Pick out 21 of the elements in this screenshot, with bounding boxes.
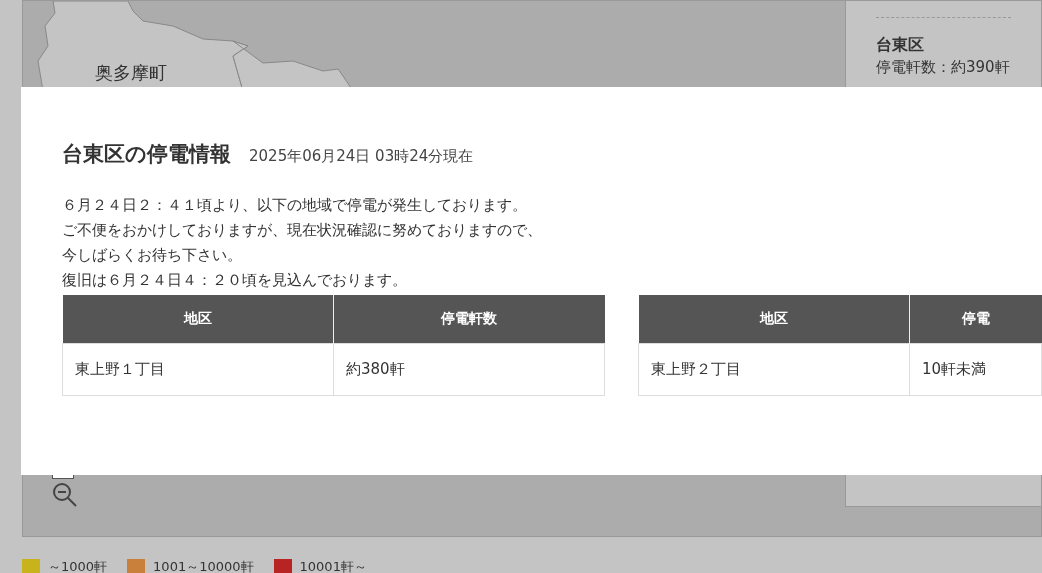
message-line: 復旧は６月２４日４：２０頃を見込んでおります。 <box>62 269 408 291</box>
column-header: 停電 <box>909 294 1042 344</box>
table-cell: 東上野２丁目 <box>638 343 910 396</box>
table-cell: 約380軒 <box>333 343 605 396</box>
table-cell: 10軒未満 <box>909 343 1042 396</box>
zoom-out-icon[interactable] <box>52 482 78 508</box>
legend-label: 1001～10000軒 <box>153 558 254 573</box>
map-label: 奥多摩町 <box>95 61 167 85</box>
dialog-title: 台東区の停電情報 <box>62 141 231 168</box>
area-name: 台東区 <box>876 34 925 56</box>
message-line: ６月２４日２：４１頃より、以下の地域で停電が発生しております。 <box>62 194 528 216</box>
timestamp: 2025年06月24日 03時24分現在 <box>249 146 474 167</box>
column-header: 停電軒数 <box>333 294 605 344</box>
legend-label: 10001軒～ <box>299 558 367 573</box>
column-header: 地区 <box>638 294 910 344</box>
message-line: ご不便をおかけしておりますが、現在状況確認に努めておりますので、 <box>62 219 543 241</box>
message-line: 今しばらくお待ち下さい。 <box>62 244 243 266</box>
column-header: 地区 <box>62 294 334 344</box>
table-cell: 東上野１丁目 <box>62 343 334 396</box>
legend-label: ～1000軒 <box>48 558 108 573</box>
outage-count: 停電軒数：約390軒 <box>876 57 1011 78</box>
